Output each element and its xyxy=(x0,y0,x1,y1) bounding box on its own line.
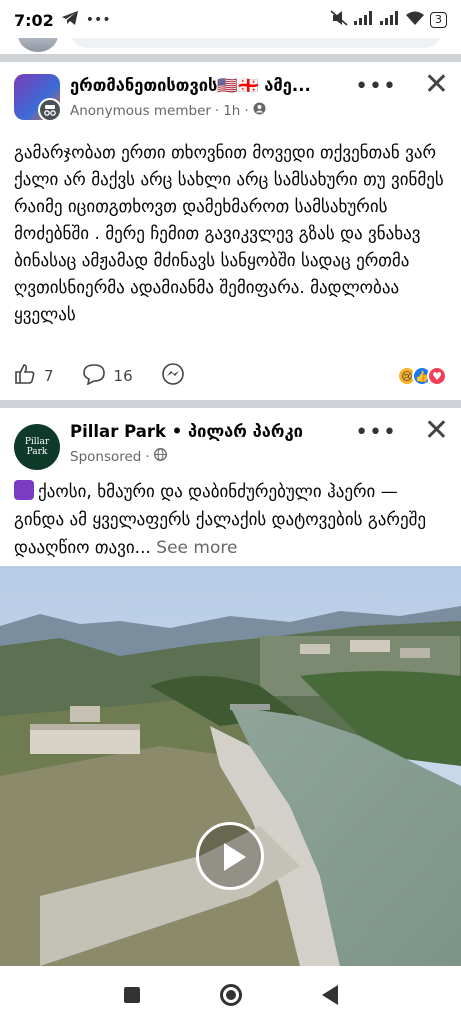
feed-post: ერთმანეთისთვის🇺🇸🇬🇪 ამე... Anonymous memb… xyxy=(0,62,461,400)
comment-icon xyxy=(82,363,106,389)
page-avatar[interactable]: Pillar Park xyxy=(14,424,60,470)
sponsored-label[interactable]: Sponsored xyxy=(70,449,141,465)
like-button[interactable]: 7 xyxy=(14,363,54,389)
like-count: 7 xyxy=(44,367,54,385)
post-text: ქაოსი, ხმაური და დაბინძურებული ჰაერი — გ… xyxy=(14,480,427,558)
post-author[interactable]: Pillar Park • პილარ პარკი xyxy=(70,422,303,441)
navigation-bar xyxy=(0,966,461,1024)
post-time[interactable]: 1h xyxy=(223,103,240,119)
post-header: ერთმანეთისთვის🇺🇸🇬🇪 ამე... Anonymous memb… xyxy=(0,62,461,124)
sponsored-post: Pillar Park Pillar Park • პილარ პარკი Sp… xyxy=(0,408,461,566)
close-icon[interactable]: ✕ xyxy=(424,70,449,100)
video-thumbnail[interactable] xyxy=(0,566,461,966)
post-header: Pillar Park Pillar Park • პილარ პარკი Sp… xyxy=(0,408,461,478)
globe-icon xyxy=(153,448,167,465)
post-author[interactable]: ერთმანეთისთვის🇺🇸🇬🇪 ამე... xyxy=(70,76,311,96)
comment-input[interactable] xyxy=(70,38,442,48)
battery-icon: 3 xyxy=(430,12,447,28)
anonymous-member-label: Anonymous member xyxy=(70,102,211,119)
telegram-icon xyxy=(61,11,78,29)
post-meta: Sponsored · xyxy=(70,448,167,465)
close-icon[interactable]: ✕ xyxy=(424,416,449,446)
more-options-button[interactable]: ••• xyxy=(355,420,397,445)
post-text: გამარჯობათ ერთი თხოვნით მოვედი თქვენთან … xyxy=(14,143,444,325)
love-reaction-icon: ♥ xyxy=(427,366,447,386)
post-actions: 7 16 😢 👍 ♥ xyxy=(0,358,461,394)
status-time: 7:02 xyxy=(14,10,54,30)
messenger-share-button[interactable] xyxy=(161,362,185,390)
members-icon xyxy=(253,102,266,119)
like-icon xyxy=(14,363,36,389)
comment-count: 16 xyxy=(113,367,133,385)
feed-divider xyxy=(0,54,461,62)
signal-icon-2 xyxy=(380,11,400,29)
previous-comment-row xyxy=(0,38,461,54)
city-emoji-icon xyxy=(14,480,34,500)
signal-icon-1 xyxy=(354,11,374,29)
messenger-icon xyxy=(161,362,185,390)
landscape-image xyxy=(0,566,461,966)
recents-button[interactable] xyxy=(123,987,140,1003)
status-bar: 7:02 ••• 3 xyxy=(0,0,461,40)
play-button[interactable] xyxy=(196,822,264,890)
post-meta: Anonymous member · 1h · xyxy=(70,102,266,119)
wifi-icon xyxy=(406,11,424,29)
group-avatar[interactable] xyxy=(14,74,60,120)
mute-icon xyxy=(330,10,348,30)
reactions-summary[interactable]: 😢 👍 ♥ xyxy=(397,366,447,386)
home-button[interactable] xyxy=(219,984,242,1006)
back-button[interactable] xyxy=(321,985,338,1005)
comment-button[interactable]: 16 xyxy=(82,363,133,389)
see-more-link[interactable]: See more xyxy=(156,538,237,558)
feed-divider xyxy=(0,400,461,408)
anonymous-icon xyxy=(38,98,60,120)
more-notifications-icon: ••• xyxy=(85,12,111,28)
more-options-button[interactable]: ••• xyxy=(355,74,397,99)
avatar xyxy=(18,38,58,52)
